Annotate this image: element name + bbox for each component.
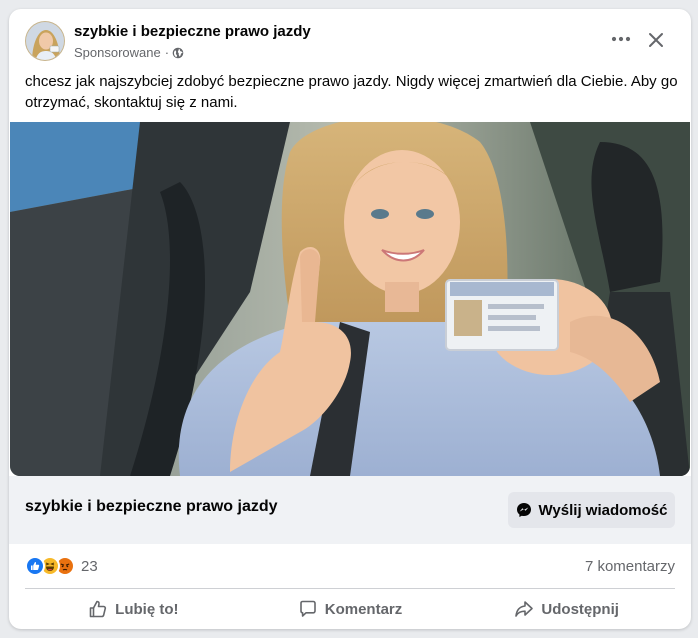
like-label: Lubię to! [115,600,179,618]
post-card: szybkie i bezpieczne prawo jazdy Sponsor… [9,9,691,629]
driving-licence-photo [10,122,690,476]
thumbs-up-icon [88,599,108,619]
more-dots-icon [611,36,631,42]
page-avatar[interactable] [25,21,65,61]
sponsored-label[interactable]: Sponsorowane [74,45,161,60]
comment-button[interactable]: Komentarz [242,592,459,626]
send-message-button[interactable]: Wyślij wiadomość [508,492,675,528]
post-text: chcesz jak najszybciej zdobyć bezpieczne… [25,73,678,111]
reaction-count: 23 [81,557,98,575]
comments-count[interactable]: 7 komentarzy [585,558,675,575]
like-reaction-icon [25,556,45,576]
share-icon [514,599,534,619]
close-button[interactable] [641,25,671,55]
cta-title[interactable]: szybkie i bezpieczne prawo jazdy [25,498,278,516]
share-label: Udostępnij [541,600,619,618]
engagement-stats: 23 7 komentarzy [25,552,675,580]
share-button[interactable]: Udostępnij [458,592,675,626]
post-image[interactable] [10,122,690,476]
page-name[interactable]: szybkie i bezpieczne prawo jazdy [74,23,311,40]
close-icon [649,33,663,47]
post-header: szybkie i bezpieczne prawo jazdy Sponsor… [9,9,691,71]
post-actions: Lubię to! Komentarz Udostępnij [25,592,675,626]
send-message-label: Wyślij wiadomość [538,501,668,519]
like-button[interactable]: Lubię to! [25,592,242,626]
meta-separator: · [164,45,170,60]
reactions-summary[interactable]: 23 [25,556,98,576]
post-meta: Sponsorowane · [74,45,184,60]
actions-divider [25,588,675,589]
more-options-button[interactable] [603,25,639,53]
comment-label: Komentarz [324,600,403,618]
comment-icon [298,599,318,619]
avatar-image [26,22,64,60]
messenger-icon [516,502,532,518]
call-to-action-bar: szybkie i bezpieczne prawo jazdy Wyślij … [9,476,691,544]
globe-icon[interactable] [172,47,184,59]
